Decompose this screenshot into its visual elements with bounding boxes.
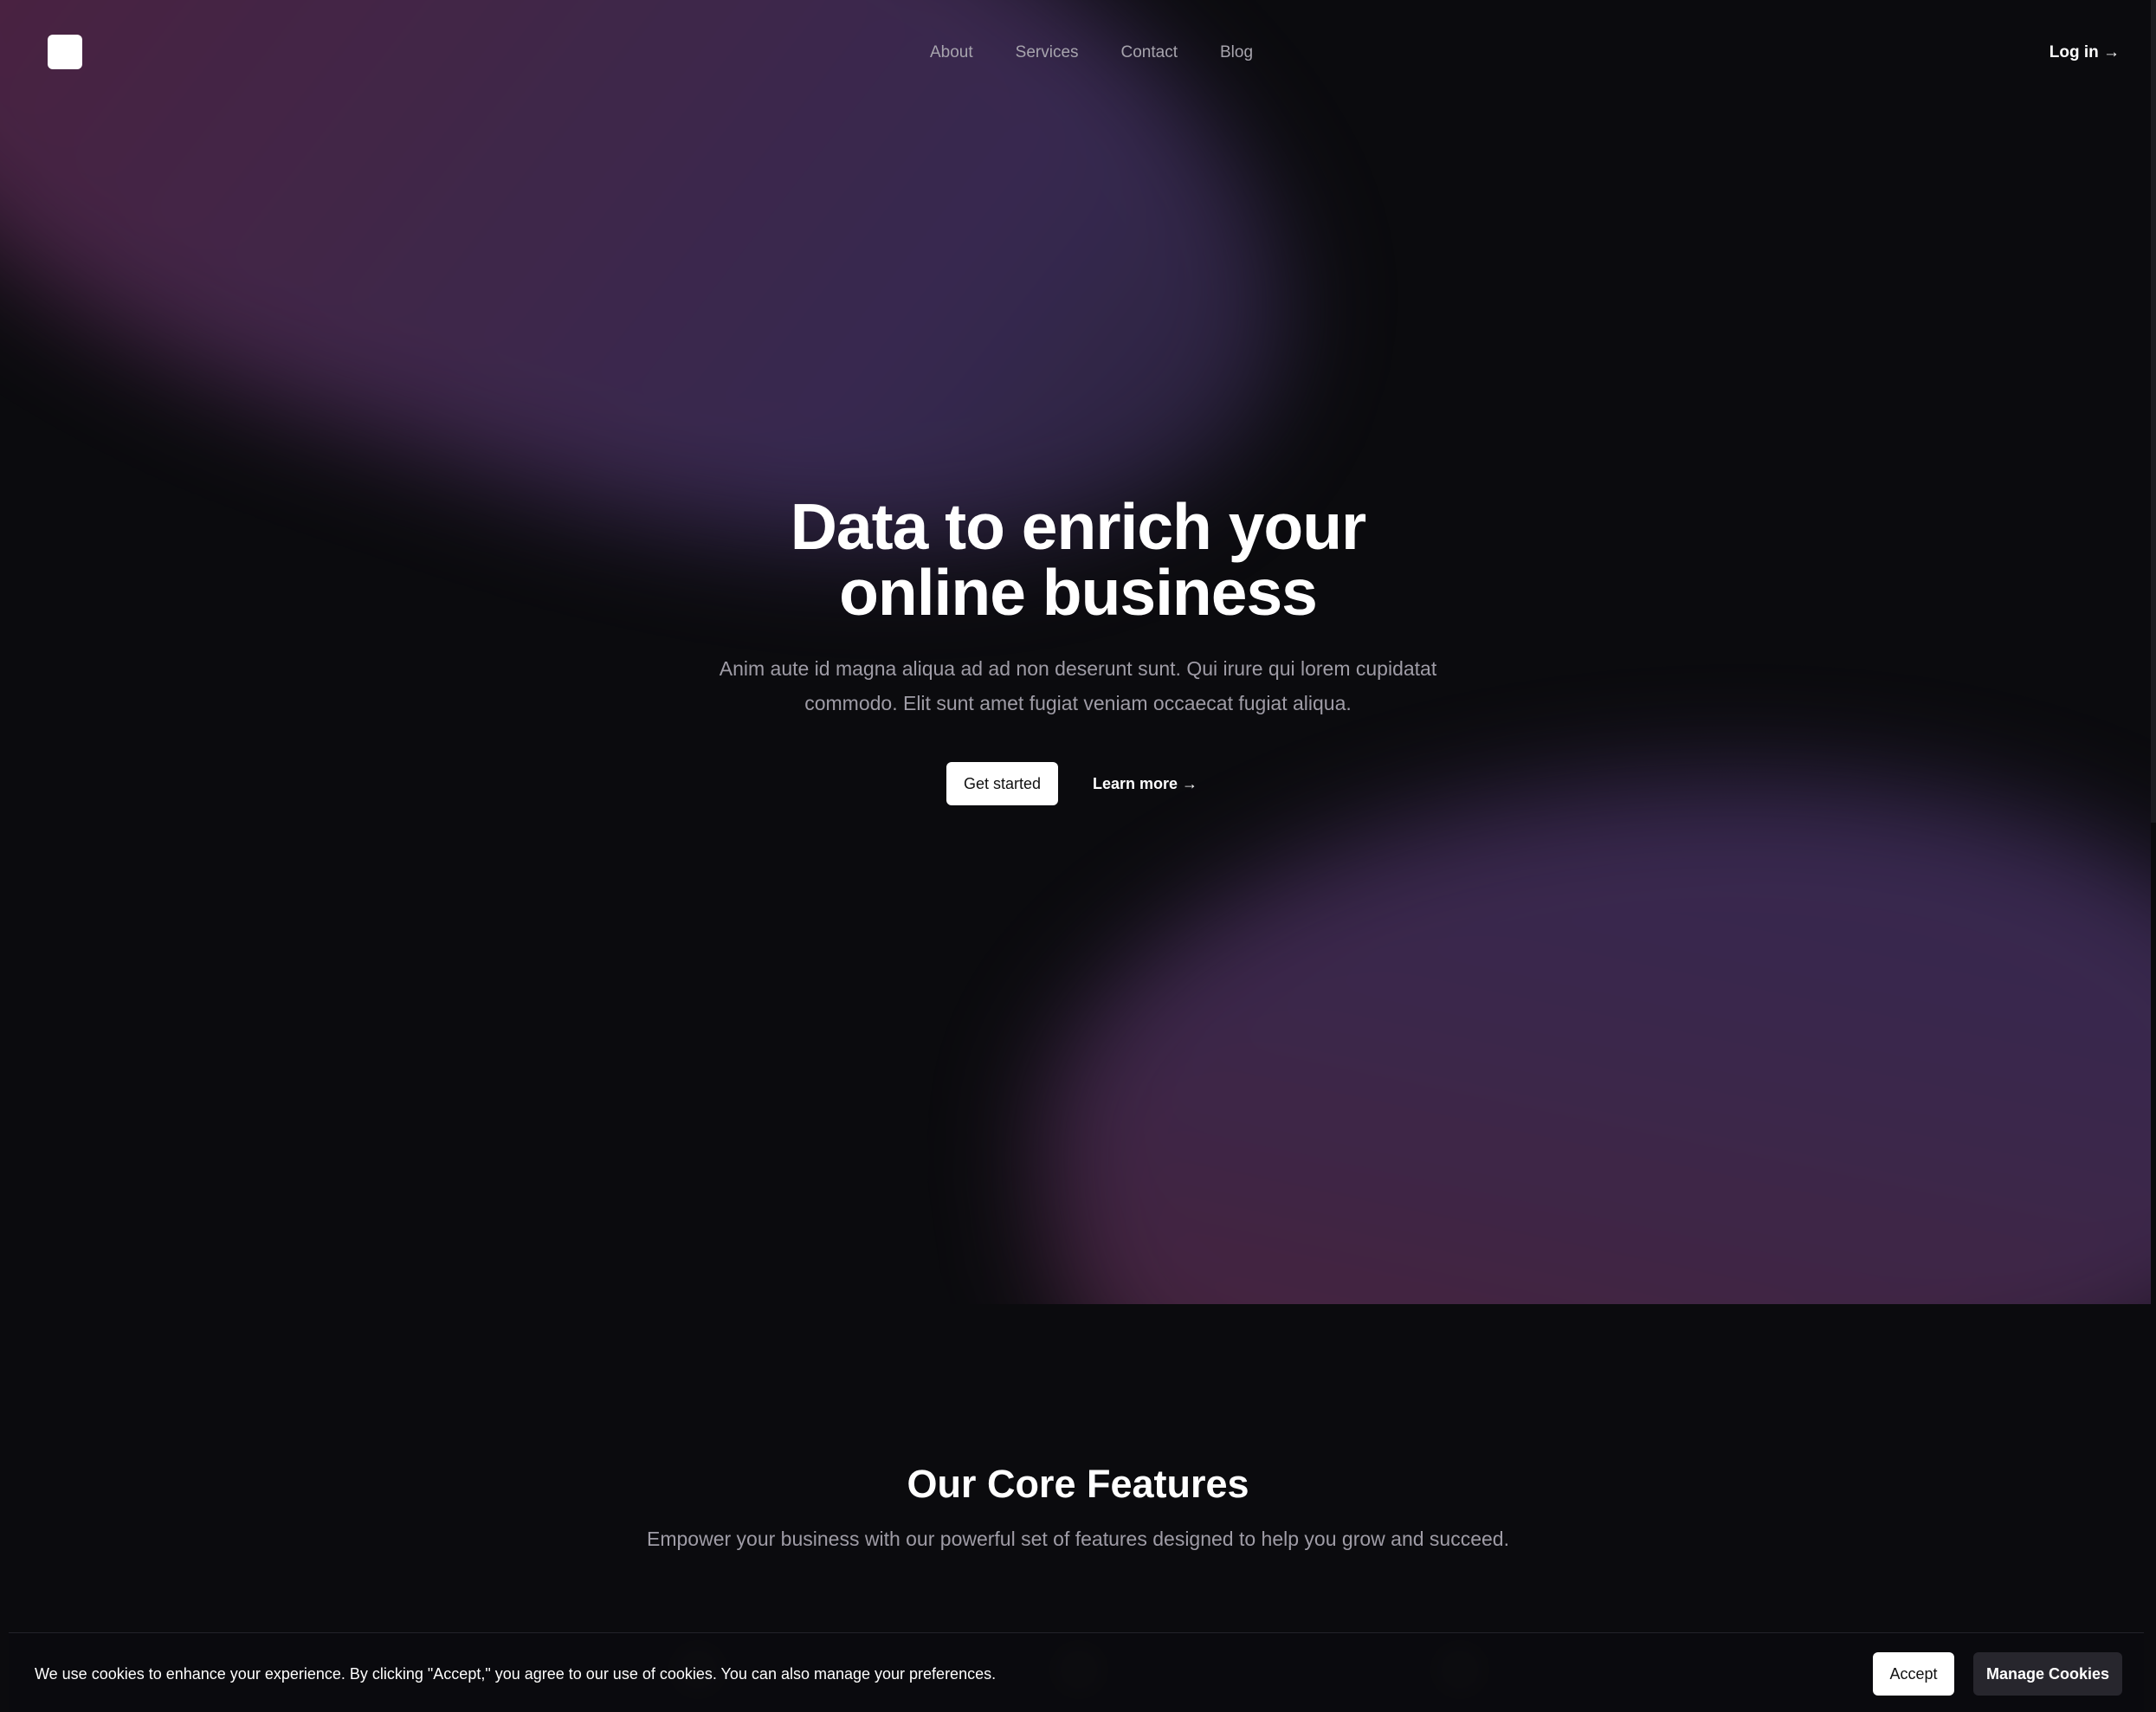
hero-subtitle: Anim aute id magna aliqua ad ad non dese…	[719, 657, 1437, 714]
hero-title: Data to enrich your online business	[0, 494, 2156, 625]
nav-link-blog[interactable]: Blog	[1220, 43, 1253, 62]
landing-page: About Services Contact Blog Log in → Dat…	[0, 0, 2156, 1712]
get-started-button[interactable]: Get started	[946, 762, 1058, 805]
logo-icon[interactable]	[48, 35, 82, 69]
accept-cookies-button[interactable]: Accept	[1873, 1652, 1954, 1696]
features-title: Our Core Features	[907, 1462, 1249, 1506]
nav-link-contact[interactable]: Contact	[1121, 43, 1178, 62]
login-link[interactable]: Log in →	[2049, 42, 2120, 63]
cookie-banner: We use cookies to enhance your experienc…	[9, 1632, 2144, 1712]
cookie-banner-text: We use cookies to enhance your experienc…	[35, 1665, 997, 1683]
main-nav: About Services Contact Blog	[930, 43, 1253, 62]
hero-title-line-1: Data to enrich your	[790, 490, 1366, 563]
nav-link-about[interactable]: About	[930, 43, 973, 62]
scrollbar[interactable]	[2151, 0, 2156, 823]
nav-link-services[interactable]: Services	[1016, 43, 1079, 62]
features-subtitle: Empower your business with our powerful …	[647, 1528, 1509, 1550]
learn-more-link[interactable]: Learn more →	[1093, 774, 1197, 793]
manage-cookies-button[interactable]: Manage Cookies	[1973, 1652, 2122, 1696]
hero-title-line-2: online business	[839, 556, 1318, 629]
